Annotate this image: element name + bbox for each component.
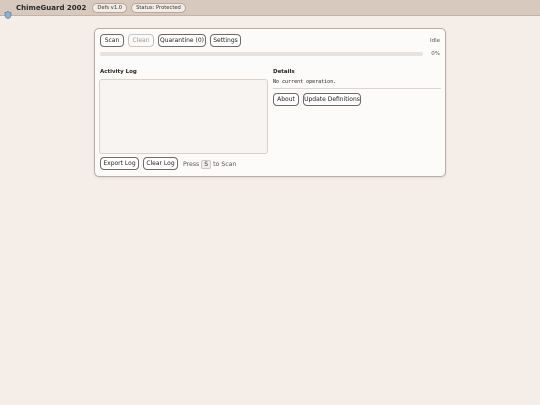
activity-log-title: Activity Log (100, 69, 137, 75)
scan-button[interactable]: Scan (100, 34, 124, 47)
activity-log-area[interactable] (99, 79, 268, 154)
details-text: No current operation. (273, 79, 337, 85)
scan-shortcut-hint: Press S to Scan (183, 160, 236, 169)
export-log-button[interactable]: Export Log (100, 157, 139, 170)
definitions-badge: Defs v1.0 (92, 2, 128, 13)
shield-icon (4, 4, 12, 19)
about-button[interactable]: About (273, 93, 299, 106)
main-panel: Scan Clean Quarantine (0) Settings Idle … (94, 28, 446, 177)
scan-progress-bar (100, 52, 423, 56)
scan-progress-percent: 0% (431, 51, 440, 57)
settings-button[interactable]: Settings (210, 34, 241, 47)
update-definitions-button[interactable]: Update Definitions (303, 93, 361, 106)
status-badge: Status: Protected (131, 2, 186, 13)
scan-status: Idle (429, 38, 440, 44)
hint-prefix: Press (183, 161, 200, 168)
details-divider (273, 88, 441, 89)
details-title: Details (273, 69, 295, 75)
app-bar: ChimeGuard 2002 Defs v1.0 Status: Protec… (0, 0, 540, 19)
clean-button[interactable]: Clean (128, 34, 154, 47)
hint-suffix: to Scan (213, 161, 237, 168)
app-title: ChimeGuard 2002 (16, 3, 87, 12)
clear-log-button[interactable]: Clear Log (143, 157, 178, 170)
quarantine-button[interactable]: Quarantine (0) (158, 34, 206, 47)
scan-shortcut-key: S (201, 160, 212, 169)
